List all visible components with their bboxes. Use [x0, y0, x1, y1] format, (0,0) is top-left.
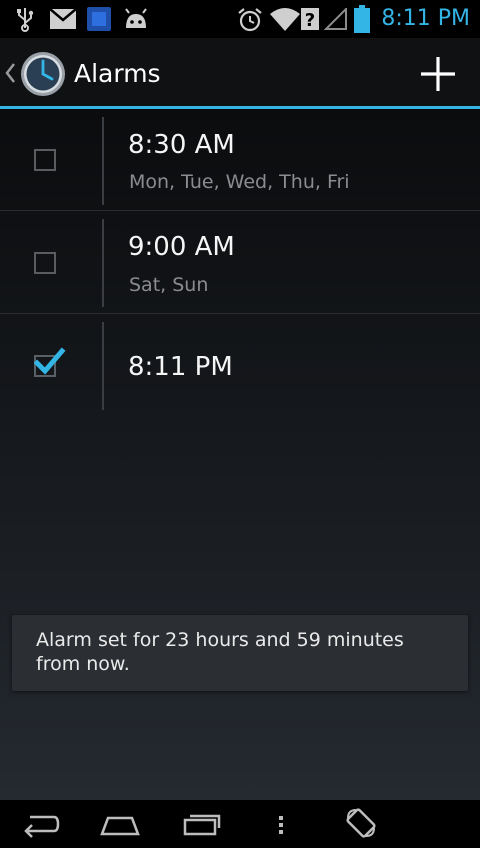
usb-icon [17, 8, 34, 32]
alarm-days: Sat, Sun [129, 274, 209, 296]
alarm-row[interactable]: 9:00 AM Sat, Sun [0, 212, 480, 314]
no-signal-icon: ? [301, 8, 319, 30]
signal-icon [324, 8, 347, 30]
row-divider [102, 322, 104, 410]
alarm-checkbox[interactable] [34, 149, 56, 171]
rotate-icon[interactable] [344, 806, 378, 840]
home-icon[interactable] [100, 814, 140, 836]
plus-icon [421, 57, 455, 91]
up-chevron-icon[interactable] [4, 62, 16, 84]
back-icon[interactable] [20, 812, 60, 838]
gmail-icon [50, 9, 76, 29]
row-separator [0, 210, 480, 211]
navigation-bar [0, 800, 480, 848]
alarm-toggle[interactable] [0, 315, 100, 417]
alarm-icon [238, 8, 262, 32]
app-notification-icon [87, 7, 111, 31]
alarm-checkbox[interactable] [34, 252, 56, 274]
alarm-time: 9:00 AM [128, 232, 235, 262]
row-divider [102, 219, 104, 307]
alarm-list: 8:30 AM Mon, Tue, Wed, Thu, Fri 9:00 AM … [0, 109, 480, 800]
wifi-icon [270, 8, 300, 31]
alarm-toggle[interactable] [0, 109, 100, 211]
alarm-toggle[interactable] [0, 212, 100, 314]
clock-icon[interactable] [20, 51, 66, 97]
alarm-row[interactable]: 8:11 PM [0, 315, 480, 417]
row-separator [0, 313, 480, 314]
alarm-row[interactable]: 8:30 AM Mon, Tue, Wed, Thu, Fri [0, 109, 480, 211]
row-divider [102, 117, 104, 205]
battery-icon [354, 5, 370, 33]
recents-icon[interactable] [182, 812, 222, 836]
checkmark-icon [34, 347, 66, 375]
toast-message: Alarm set for 23 hours and 59 minutes fr… [12, 615, 468, 691]
android-debug-icon [125, 8, 147, 28]
menu-icon[interactable] [276, 814, 286, 836]
alarm-time: 8:30 AM [128, 130, 235, 160]
status-bar: ? 8:11 PM [0, 0, 480, 38]
page-title: Alarms [74, 59, 161, 88]
status-time: 8:11 PM [381, 6, 470, 31]
alarm-days: Mon, Tue, Wed, Thu, Fri [129, 171, 350, 193]
alarm-checkbox-checked[interactable] [34, 347, 66, 377]
alarm-time: 8:11 PM [128, 352, 233, 382]
svg-text:?: ? [305, 10, 315, 30]
add-alarm-button[interactable] [408, 46, 468, 102]
